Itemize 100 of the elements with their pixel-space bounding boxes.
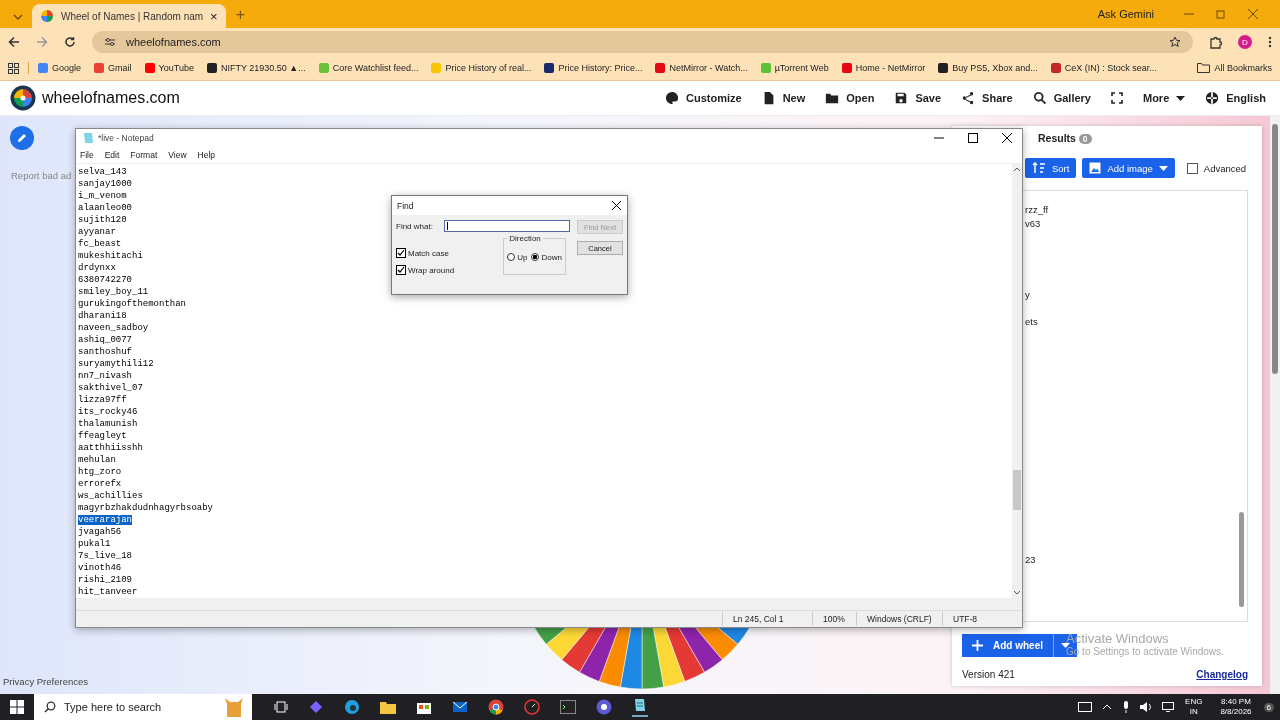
task-view-icon[interactable] (274, 701, 288, 713)
new-tab-button[interactable]: + (235, 6, 246, 24)
all-bookmarks-button[interactable]: All Bookmarks (1197, 63, 1272, 73)
menu-item[interactable]: More (1143, 92, 1186, 104)
address-bar[interactable]: wheelofnames.com (92, 31, 1193, 53)
keyboard-icon[interactable] (1078, 702, 1093, 712)
menu-item[interactable]: Gallery (1032, 91, 1091, 105)
text-line: fc_beast (78, 239, 122, 249)
bookmark[interactable]: Gmail (94, 63, 132, 73)
option-checkbox[interactable]: Wrap around (396, 265, 455, 275)
folder-icon[interactable] (380, 700, 396, 714)
mail-icon[interactable] (452, 699, 468, 715)
text-line: jvagah56 (78, 527, 122, 537)
text-line: pukal1 (78, 539, 111, 549)
privacy-link[interactable]: Privacy Preferences (3, 675, 88, 688)
bookmark[interactable]: Home - NetMirror (841, 63, 926, 73)
option-checkbox[interactable]: Match case (396, 248, 455, 258)
scrollbar-thumb[interactable] (1013, 470, 1021, 510)
menu-item[interactable]: Help (197, 150, 216, 160)
ask-gemini-button[interactable]: Ask Gemini (1097, 8, 1154, 20)
menu-item[interactable]: New (761, 91, 806, 105)
more-vert-icon[interactable] (1268, 36, 1272, 48)
text-line: smiley_boy_11 (78, 287, 149, 297)
bookmark[interactable]: Buy PS5, Xbox and... (938, 63, 1038, 73)
entry-text: 23 (1025, 553, 1036, 567)
search-placeholder: Type here to search (64, 701, 162, 713)
taskbar-search-field[interactable]: Type here to search (34, 694, 252, 720)
site-title: wheelofnames.com (42, 89, 180, 107)
bookmark[interactable]: NIFTY 21930.50 ▲... (206, 63, 306, 73)
sort-button[interactable]: Sort (1025, 158, 1077, 178)
text-line: gurukingofthemonthan (78, 299, 187, 309)
menu-item[interactable]: Save (894, 91, 942, 105)
bookmark[interactable]: Google (38, 63, 82, 73)
add-image-button[interactable]: Add image (1082, 158, 1175, 178)
menu-item[interactable]: Share (961, 91, 1013, 105)
bookmark[interactable]: CeX (IN) : Stock sear... (1050, 63, 1157, 73)
windows-start-icon[interactable] (10, 700, 24, 714)
app-icon[interactable] (596, 699, 612, 715)
scrollbar-thumb[interactable] (1239, 512, 1244, 607)
text-line: sanjay1000 (78, 179, 132, 189)
advanced-checkbox[interactable]: Advanced (1186, 162, 1247, 174)
region-text[interactable]: IN (1189, 707, 1198, 717)
fullscreen-icon[interactable] (1111, 92, 1123, 104)
menu-item[interactable]: File (80, 150, 94, 160)
browser-icon[interactable] (344, 699, 360, 715)
edit-button[interactable] (10, 126, 34, 150)
bookmark[interactable]: µTorrent Web (760, 63, 829, 73)
back-icon[interactable] (8, 36, 20, 48)
menu-item[interactable]: View (168, 150, 187, 160)
text-line: i_m_venom (78, 191, 127, 201)
menu-item[interactable]: English (1205, 91, 1266, 105)
terminal-icon[interactable] (560, 700, 576, 714)
notification-button[interactable]: 6 (1263, 702, 1274, 712)
speaker-icon[interactable] (1140, 702, 1153, 712)
close-tab-button[interactable]: × (210, 8, 218, 24)
network-icon[interactable] (1162, 702, 1175, 712)
restore-icon[interactable] (1216, 9, 1226, 19)
direction-radio[interactable]: Down (531, 243, 562, 271)
notepad-icon[interactable] (632, 697, 648, 717)
scroll-up-icon[interactable] (1013, 167, 1021, 172)
bookmark[interactable]: Price History: Price... (544, 63, 643, 73)
add-wheel-button[interactable]: Add wheel (962, 634, 1053, 657)
bookmark[interactable]: Price History of real... (431, 63, 532, 73)
changelog-link[interactable]: Changelog (1196, 669, 1248, 680)
menu-item[interactable]: Format (130, 150, 158, 160)
text-line: hit_tanveer (78, 587, 138, 597)
menu-item[interactable]: Open (825, 91, 875, 105)
save-icon (894, 91, 909, 105)
folder-icon (825, 91, 840, 105)
scrollbar-thumb[interactable] (1272, 124, 1278, 374)
clock-time[interactable]: 8:40 PM (1221, 697, 1251, 707)
menu-item[interactable]: Customize (665, 91, 742, 105)
profile-avatar[interactable]: D (1238, 35, 1252, 49)
results-tab[interactable]: Results 0 (1038, 132, 1092, 152)
apps-grid-icon[interactable] (8, 62, 19, 74)
text-line: htg_zoro (78, 467, 122, 477)
chrome-icon[interactable] (488, 699, 504, 715)
gauge-icon[interactable] (524, 699, 540, 715)
chevron-up-icon[interactable] (1102, 704, 1113, 710)
bookmark[interactable]: Core Watchlist feed... (318, 63, 419, 73)
browser-tab[interactable]: Wheel of Names | Random nam × (32, 4, 226, 28)
entry-text: v63 (1025, 217, 1041, 231)
menu-item[interactable]: Edit (104, 150, 120, 160)
direction-radio[interactable]: Up (507, 243, 528, 271)
language-text[interactable]: ENG (1185, 697, 1203, 707)
puzzle-icon[interactable] (1209, 35, 1222, 49)
bookmark[interactable]: NetMirror - Watch... (655, 63, 748, 73)
clock-date[interactable]: 8/8/2026 (1220, 707, 1252, 717)
scroll-down-icon[interactable] (1013, 590, 1021, 595)
microphone-icon[interactable] (1122, 701, 1131, 713)
reload-icon[interactable] (64, 36, 76, 48)
plus-icon (972, 640, 983, 651)
close-icon[interactable] (612, 201, 621, 210)
horizontal-scrollbar[interactable] (76, 598, 1022, 610)
star-icon[interactable] (1169, 36, 1181, 48)
text-line: nn7_nivash (78, 371, 132, 381)
find-input-field[interactable] (443, 220, 570, 232)
bookmark[interactable]: YouTube (144, 63, 194, 73)
wheel-logo-icon[interactable] (10, 85, 36, 111)
site-settings-icon[interactable] (104, 37, 116, 47)
